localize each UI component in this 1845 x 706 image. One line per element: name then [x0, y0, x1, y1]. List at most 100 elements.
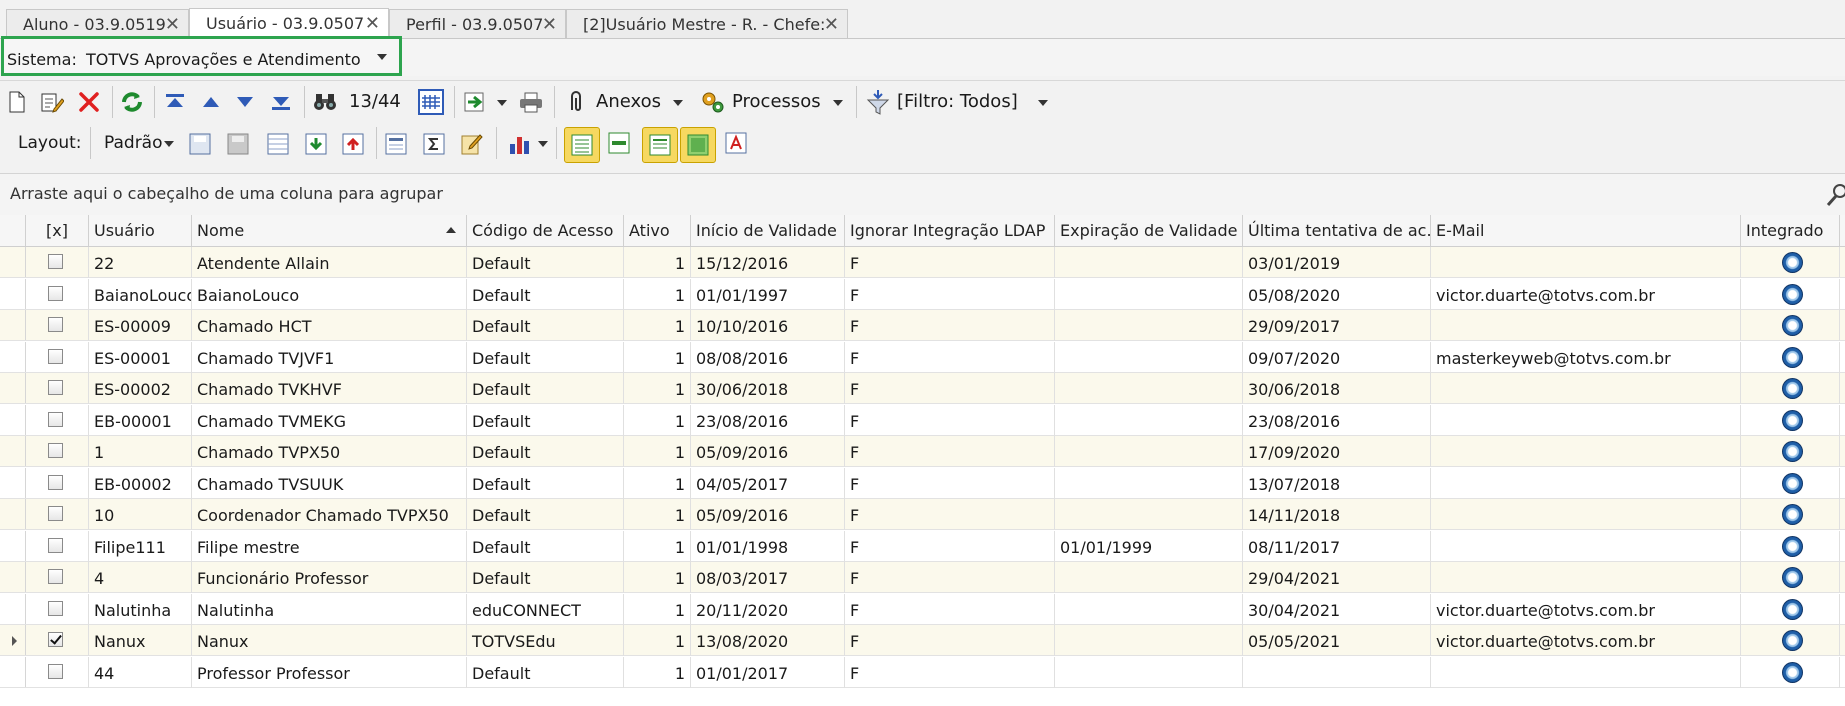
delete-button[interactable]	[78, 91, 100, 113]
row-indicator[interactable]	[0, 373, 26, 403]
cell-ativo[interactable]: 1	[624, 530, 691, 562]
table-row[interactable]: EB-00002 Chamado TVSUUK Default 1 04/05/2017…	[0, 467, 1845, 499]
row-select-checkbox[interactable]	[48, 443, 63, 458]
cell-ativo[interactable]: 1	[624, 625, 691, 656]
group-panel-button[interactable]	[384, 132, 408, 156]
table-row[interactable]: Nanux Nanux TOTVSEdu 1 13/08/2020 F 05/05/2021…	[0, 625, 1845, 656]
filter-dropdown[interactable]	[1038, 100, 1048, 106]
cell-email[interactable]	[1431, 562, 1741, 593]
row-select-checkbox[interactable]	[48, 317, 63, 332]
row-select-checkbox[interactable]	[48, 537, 63, 553]
cell-expiracao[interactable]	[1055, 247, 1243, 278]
cell-ativo[interactable]: 1	[624, 562, 691, 593]
cell-ultima[interactable]: 23/08/2016	[1243, 404, 1431, 436]
cell-expiracao[interactable]	[1055, 656, 1243, 688]
cell-expiracao[interactable]	[1055, 436, 1243, 467]
cell-nome[interactable]: Professor Professor	[192, 656, 467, 688]
column-header-select[interactable]: [x]	[26, 215, 89, 246]
cell-expiracao[interactable]	[1055, 278, 1243, 310]
chevron-down-icon[interactable]	[377, 54, 387, 60]
cell-ultima[interactable]: 08/11/2017	[1243, 530, 1431, 562]
attachments-button[interactable]: Anexos	[596, 91, 661, 112]
view-list-toggle[interactable]	[564, 127, 600, 163]
cell-expiracao[interactable]	[1055, 373, 1243, 404]
cell-usuario[interactable]: Nanux	[89, 625, 192, 656]
cell-ignorar[interactable]: F	[845, 467, 1055, 499]
filter-icon-wrap[interactable]	[866, 89, 890, 115]
cell-email[interactable]	[1431, 404, 1741, 436]
cell-ignorar[interactable]: F	[845, 341, 1055, 373]
cell-usuario[interactable]: ES-00001	[89, 341, 192, 373]
cell-ativo[interactable]: 1	[624, 247, 691, 278]
save-as-layout-button[interactable]	[226, 132, 250, 156]
cell-ultima[interactable]: 14/11/2018	[1243, 499, 1431, 530]
table-row[interactable]: 1 Chamado TVPX50 Default 1 05/09/2016 F 17/09/…	[0, 436, 1845, 467]
edit-record-button[interactable]	[40, 91, 64, 113]
cell-email[interactable]: victor.duarte@totvs.com.br	[1431, 593, 1741, 625]
cell-usuario[interactable]: 4	[89, 562, 192, 593]
table-row[interactable]: ES-00001 Chamado TVJVF1 Default 1 08/08/2016…	[0, 341, 1845, 373]
chart-dropdown[interactable]	[538, 141, 548, 147]
close-icon[interactable]: ✕	[824, 14, 839, 35]
cell-inicio[interactable]: 05/09/2016	[691, 436, 845, 467]
row-select-checkbox[interactable]	[48, 506, 63, 521]
cell-inicio[interactable]: 15/12/2016	[691, 247, 845, 278]
cell-ignorar[interactable]: F	[845, 278, 1055, 310]
row-select-checkbox[interactable]	[48, 254, 63, 269]
cell-ultima[interactable]	[1243, 656, 1431, 688]
column-header-codigo[interactable]: Código de Acesso	[467, 215, 624, 246]
table-row[interactable]: Filipe111 Filipe mestre Default 1 01/01/1998…	[0, 530, 1845, 562]
table-row[interactable]: 10 Coordenador Chamado TVPX50 Default 1 05/0…	[0, 499, 1845, 530]
cell-ignorar[interactable]: F	[845, 656, 1055, 688]
save-layout-button[interactable]	[188, 132, 212, 156]
grid-view-button[interactable]	[418, 89, 444, 115]
table-row[interactable]: 22 Atendente Allain Default 1 15/12/2016 F 03/…	[0, 247, 1845, 278]
row-indicator[interactable]	[0, 562, 26, 592]
filter-button[interactable]: [Filtro: Todos]	[897, 91, 1018, 112]
group-by-panel[interactable]: Arraste aqui o cabeçalho de uma coluna p…	[0, 173, 1845, 217]
cell-nome[interactable]: Nanux	[192, 625, 467, 656]
cell-ativo[interactable]: 1	[624, 341, 691, 373]
column-header-email[interactable]: E-Mail	[1431, 215, 1741, 246]
import-layout-button[interactable]	[304, 132, 328, 156]
first-record-button[interactable]	[164, 92, 186, 112]
cell-email[interactable]	[1431, 656, 1741, 688]
row-indicator[interactable]	[0, 436, 26, 466]
cell-codigo[interactable]: Default	[467, 310, 624, 341]
row-select-checkbox[interactable]	[48, 632, 63, 647]
view-detail-toggle[interactable]	[680, 127, 716, 163]
cell-usuario[interactable]: 10	[89, 499, 192, 530]
cell-nome[interactable]: Nalutinha	[192, 593, 467, 625]
cell-usuario[interactable]: ES-00009	[89, 310, 192, 341]
cell-codigo[interactable]: Default	[467, 467, 624, 499]
cell-ativo[interactable]: 1	[624, 404, 691, 436]
cell-ultima[interactable]: 05/05/2021	[1243, 625, 1431, 656]
cell-email[interactable]	[1431, 247, 1741, 278]
row-indicator[interactable]	[0, 625, 26, 655]
processes-button[interactable]: Processos	[732, 91, 821, 112]
column-header-ultima-tentativa[interactable]: Última tentativa de ac...	[1243, 215, 1431, 246]
cell-usuario[interactable]: Nalutinha	[89, 593, 192, 625]
cell-inicio[interactable]: 05/09/2016	[691, 499, 845, 530]
cell-nome[interactable]: BaianoLouco	[192, 278, 467, 310]
table-row[interactable]: BaianoLouco BaianoLouco Default 1 01/01/1997…	[0, 278, 1845, 310]
table-row[interactable]: ES-00002 Chamado TVKHVF Default 1 30/06/2018…	[0, 373, 1845, 404]
cell-ignorar[interactable]: F	[845, 593, 1055, 625]
cell-ignorar[interactable]: F	[845, 436, 1055, 467]
cell-expiracao[interactable]	[1055, 625, 1243, 656]
next-record-button[interactable]	[234, 92, 256, 112]
cell-ultima[interactable]: 05/08/2020	[1243, 278, 1431, 310]
attachments-icon-wrap[interactable]	[564, 90, 588, 114]
tab-usuario[interactable]: Usuário - 03.9.0507 ✕	[189, 8, 389, 38]
cell-ativo[interactable]: 1	[624, 656, 691, 688]
font-button[interactable]	[725, 132, 747, 154]
refresh-button[interactable]	[120, 90, 144, 114]
cell-ativo[interactable]: 1	[624, 278, 691, 310]
cell-email[interactable]	[1431, 310, 1741, 341]
cell-ignorar[interactable]: F	[845, 625, 1055, 656]
table-row[interactable]: 44 Professor Professor Default 1 01/01/2017 F	[0, 656, 1845, 688]
cell-ultima[interactable]: 03/01/2019	[1243, 247, 1431, 278]
row-select-checkbox[interactable]	[48, 380, 63, 395]
cell-expiracao[interactable]	[1055, 404, 1243, 436]
cell-nome[interactable]: Chamado HCT	[192, 310, 467, 341]
